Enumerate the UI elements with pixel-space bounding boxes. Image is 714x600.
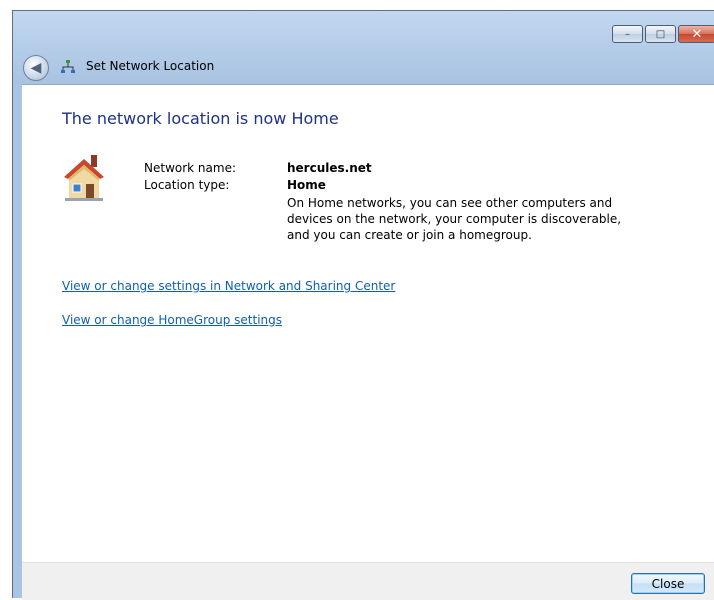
back-arrow-icon: ◀ <box>30 60 42 76</box>
window-controls: – □ ✕ <box>612 25 714 43</box>
network-name-value: hercules.net <box>287 161 372 175</box>
close-button-label: Close <box>651 576 685 591</box>
close-window-button[interactable]: ✕ <box>678 25 714 43</box>
minimize-icon: – <box>625 28 630 40</box>
location-type-label: Location type: <box>144 178 230 192</box>
window-title: Set Network Location <box>86 59 215 73</box>
dialog-footer: Close <box>22 562 714 600</box>
homegroup-settings-link[interactable]: View or change HomeGroup settings <box>62 313 282 327</box>
close-icon: ✕ <box>691 26 703 42</box>
network-icon <box>61 60 75 73</box>
content-panel: The network location is now Home Network… <box>22 84 714 563</box>
location-description: On Home networks, you can see other comp… <box>287 196 622 242</box>
location-type-value: Home <box>287 178 326 192</box>
minimize-button[interactable]: – <box>612 25 643 43</box>
close-button[interactable]: Close <box>631 573 705 594</box>
network-name-label: Network name: <box>144 161 236 175</box>
network-sharing-center-link[interactable]: View or change settings in Network and S… <box>62 279 395 293</box>
home-icon <box>64 155 104 201</box>
page-title: The network location is now Home <box>62 109 339 128</box>
dialog-window: – □ ✕ ◀ Set Network Location The network… <box>12 10 714 600</box>
maximize-icon: □ <box>655 28 666 40</box>
navigation-bar: ◀ Set Network Location <box>13 54 714 84</box>
title-bar: – □ ✕ ◀ Set Network Location <box>13 11 714 84</box>
back-button[interactable]: ◀ <box>23 55 49 81</box>
maximize-button[interactable]: □ <box>645 25 676 43</box>
